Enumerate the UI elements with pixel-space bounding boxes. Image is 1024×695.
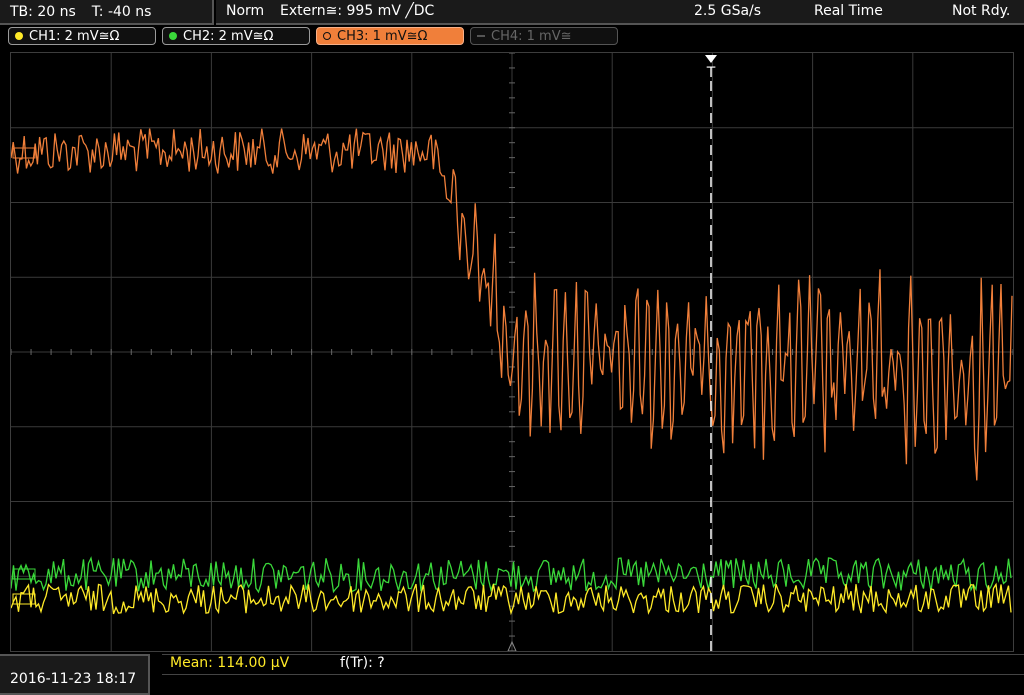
trigger-source: Extern≅: 995 mV ╱DC — [280, 3, 435, 19]
channel-4-button[interactable]: CH4: 1 mV≅ — [470, 27, 618, 45]
channel-4-label: CH4: 1 mV≅ — [491, 28, 572, 44]
channel-1-label: CH1: 2 mV≅Ω — [29, 28, 120, 44]
channel-bar: CH1: 2 mV≅Ω CH2: 2 mV≅Ω CH3: 1 mV≅Ω CH4:… — [8, 27, 618, 47]
trigger-label: T — [706, 65, 716, 81]
channel-4-indicator-icon — [477, 35, 485, 37]
acquisition-mode: Real Time — [814, 3, 883, 19]
channel-1-button[interactable]: CH1: 2 mV≅Ω — [8, 27, 156, 45]
measurement-panel[interactable]: Mean: 114.00 µV f(Tr): ? — [162, 654, 1024, 695]
channel-3-label: CH3: 1 mV≅Ω — [337, 28, 428, 44]
measurement-mean: Mean: 114.00 µV — [170, 655, 290, 671]
channel-1-trace — [11, 582, 1012, 616]
acquisition-status-bar[interactable]: Norm Extern≅: 995 mV ╱DC 2.5 GSa/s Real … — [216, 0, 1024, 25]
trigger-time-readout: T: -40 ns — [91, 3, 152, 20]
waveform-svg[interactable]: T — [11, 53, 1013, 651]
measurement-rise-freq: f(Tr): ? — [340, 655, 385, 671]
sample-rate: 2.5 GSa/s — [694, 3, 762, 19]
trigger-position-icon — [705, 55, 717, 63]
channel-3-button[interactable]: CH3: 1 mV≅Ω — [316, 27, 464, 45]
waveform-display[interactable]: T — [10, 52, 1014, 652]
acquisition-state: Not Rdy. — [952, 3, 1011, 19]
trigger-marker[interactable]: T — [705, 55, 717, 651]
graticule — [11, 53, 1013, 651]
channel-2-trace — [11, 556, 1012, 594]
measurement-row — [162, 654, 1024, 675]
channel-2-button[interactable]: CH2: 2 mV≅Ω — [162, 27, 310, 45]
trigger-mode: Norm — [226, 3, 265, 19]
timebase-panel[interactable]: TB: 20 ns T: -40 ns — [0, 0, 214, 25]
footer: 2016-11-23 18:17 Mean: 114.00 µV f(Tr): … — [0, 654, 1024, 695]
datetime-panel[interactable]: 2016-11-23 18:17 — [0, 654, 150, 695]
channel-2-label: CH2: 2 mV≅Ω — [183, 28, 274, 44]
channel-1-indicator-icon — [15, 32, 23, 40]
datetime: 2016-11-23 18:17 — [10, 671, 137, 687]
channel-3-indicator-icon — [323, 32, 331, 40]
timebase-readout: TB: 20 ns — [10, 3, 76, 20]
channel-2-indicator-icon — [169, 32, 177, 40]
channel-3-offset-marker[interactable] — [12, 147, 36, 159]
